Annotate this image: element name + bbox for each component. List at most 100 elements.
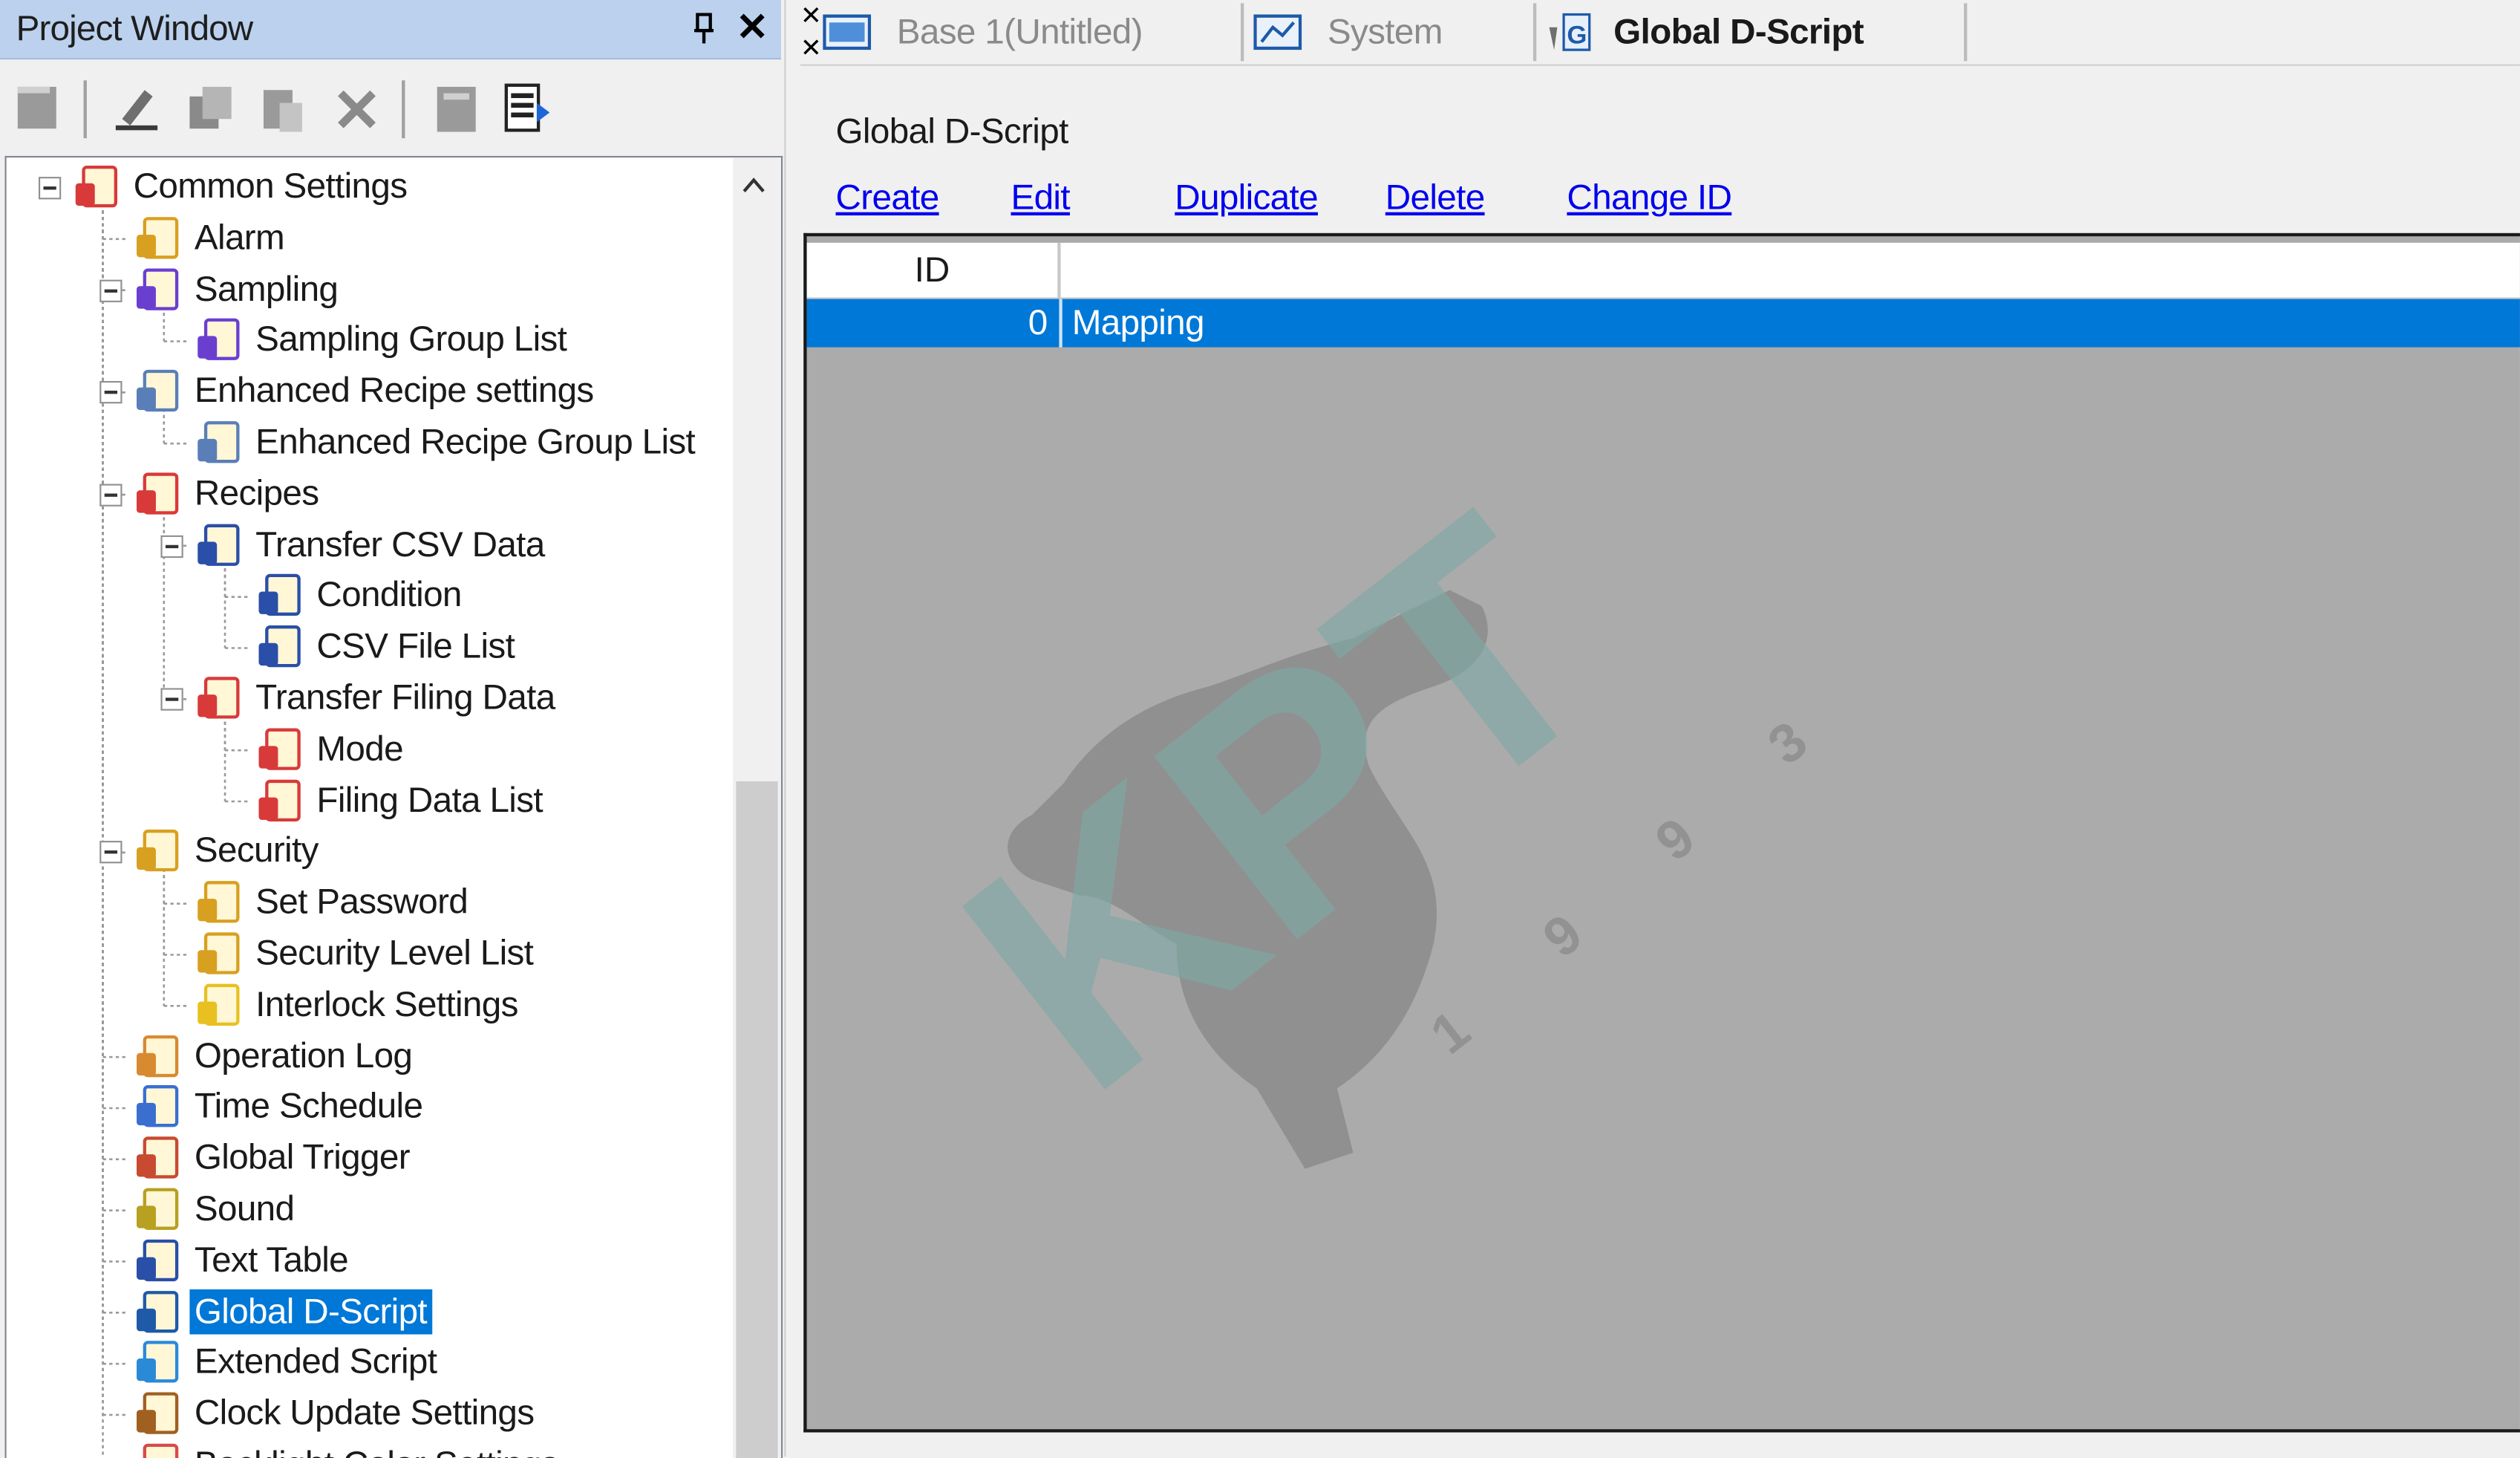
tree-item-security[interactable]: Security <box>131 827 323 875</box>
tree-item-sampling-group-list[interactable]: Sampling Group List <box>193 316 572 364</box>
svg-text:G: G <box>1567 21 1587 49</box>
tree-collapse-toggle[interactable] <box>160 534 183 557</box>
tree-item-global-d-script[interactable]: Global D-Script <box>131 1287 432 1335</box>
tree-item-label: Text Table <box>194 1239 349 1280</box>
tree-item-enhanced-recipe-settings[interactable]: Enhanced Recipe settings <box>131 367 598 415</box>
tree-item-condition[interactable]: Condition <box>254 571 466 619</box>
properties-icon[interactable] <box>431 80 482 135</box>
tree-item-label: Filing Data List <box>316 778 543 820</box>
csv-icon <box>258 574 301 616</box>
tree-item-text-table[interactable]: Text Table <box>131 1236 353 1284</box>
tree-item-transfer-csv-data[interactable]: Transfer CSV Data <box>193 520 549 568</box>
status-strip <box>800 1432 2520 1457</box>
watermark-logo: KPT 1 9 9 3 <box>900 448 1818 1169</box>
sampling-icon <box>198 319 240 361</box>
watermark-digit: 9 <box>1532 902 1593 969</box>
tree-item-enhanced-recipe-group-list[interactable]: Enhanced Recipe Group List <box>193 418 700 466</box>
tree-collapse-toggle[interactable] <box>99 381 123 404</box>
close-icon[interactable]: ✕ <box>736 9 768 48</box>
paste-icon[interactable] <box>257 80 308 135</box>
watermark-digit: 3 <box>1757 709 1818 776</box>
scroll-up-arrow-icon[interactable] <box>742 177 765 193</box>
recipes-icon <box>258 778 301 821</box>
tree-item-global-trigger[interactable]: Global Trigger <box>131 1133 414 1182</box>
project-window-title-bar[interactable]: Project Window ✕ <box>0 0 781 60</box>
tree-item-backlight-color-settings[interactable]: Backlight Color Settings <box>131 1440 563 1458</box>
change-id-link[interactable]: Change ID <box>1567 177 1731 218</box>
tree-item-label: Time Schedule <box>194 1085 423 1126</box>
tab-global-d-script[interactable]: G Global D-Script <box>1543 0 1864 65</box>
tree-item-recipes[interactable]: Recipes <box>131 469 323 518</box>
new-icon[interactable] <box>13 80 64 135</box>
backlight-icon <box>143 1443 179 1458</box>
tree-item-time-schedule[interactable]: Time Schedule <box>131 1083 427 1131</box>
project-window: Project Window ✕ Common Settings Alarm Sam… <box>0 0 785 1458</box>
copy-icon[interactable] <box>183 80 235 135</box>
tree-item-label: Transfer Filing Data <box>255 677 555 717</box>
tree-collapse-toggle[interactable] <box>99 279 123 302</box>
watermark-digit: 1 <box>1419 998 1481 1066</box>
key-icon <box>198 932 240 974</box>
tree-collapse-toggle[interactable] <box>160 688 183 711</box>
tab-base-1[interactable]: Base 1(Untitled) <box>823 0 1143 65</box>
grid-header: ID <box>806 242 2520 299</box>
recipes-icon <box>136 472 179 515</box>
tree-item-label: Common Settings <box>133 165 408 206</box>
tree-item-interlock-settings[interactable]: Interlock Settings <box>193 980 523 1029</box>
edit-link[interactable]: Edit <box>1011 177 1070 218</box>
recipes-icon <box>258 728 301 770</box>
edit-pen-icon[interactable] <box>109 80 160 135</box>
tree-item-clock-update-settings[interactable]: Clock Update Settings <box>131 1390 538 1438</box>
tree-collapse-toggle[interactable] <box>99 841 123 864</box>
row-id-cell: 0 <box>1028 302 1048 343</box>
tree-item-operation-log[interactable]: Operation Log <box>131 1032 417 1080</box>
recipes-icon <box>198 677 240 719</box>
tree-item-security-level-list[interactable]: Security Level List <box>193 929 538 977</box>
time-schedule-icon <box>136 1085 179 1128</box>
duplicate-link[interactable]: Duplicate <box>1175 177 1318 218</box>
tab-label: Global D-Script <box>1613 11 1864 52</box>
tree-item-label: Enhanced Recipe Group List <box>255 421 696 462</box>
clock-update-icon <box>136 1392 179 1435</box>
project-toolbar <box>0 61 781 154</box>
tab-separator <box>1964 3 1968 62</box>
tree-item-common-settings[interactable]: Common Settings <box>71 163 412 211</box>
tree-scrollbar[interactable] <box>733 157 781 1458</box>
tree-item-label: CSV File List <box>316 625 515 666</box>
column-header-id[interactable]: ID <box>807 242 1061 298</box>
tab-system[interactable]: System <box>1253 0 1443 65</box>
tree-item-label: Sampling Group List <box>255 319 567 359</box>
tree-item-sound[interactable]: Sound <box>131 1185 298 1233</box>
tree-item-extended-script[interactable]: Extended Script <box>131 1338 441 1387</box>
pane-splitter[interactable] <box>784 0 803 1457</box>
tree-item-sampling[interactable]: Sampling <box>131 264 342 313</box>
tree-item-label: Transfer CSV Data <box>255 523 545 564</box>
sound-icon <box>136 1188 179 1230</box>
delete-icon[interactable] <box>331 80 382 135</box>
pin-icon[interactable] <box>691 13 717 45</box>
tree-collapse-toggle[interactable] <box>99 483 123 507</box>
delete-link[interactable]: Delete <box>1385 177 1485 218</box>
tree-item-set-password[interactable]: Set Password <box>193 878 473 926</box>
toolbar-separator <box>83 80 87 139</box>
tree-item-label: Condition <box>316 574 462 615</box>
dscript-icon <box>136 1290 179 1332</box>
tree-item-filing-data-list[interactable]: Filing Data List <box>254 776 547 824</box>
export-icon[interactable] <box>501 80 552 135</box>
key-icon <box>136 830 179 873</box>
table-row[interactable]: 0 Mapping <box>806 299 2520 348</box>
tree-item-label: Clock Update Settings <box>194 1392 535 1433</box>
d-script-grid[interactable]: ID 0 Mapping KPT 1 9 9 3 <box>803 232 2520 1433</box>
tree-collapse-toggle[interactable] <box>38 176 62 200</box>
project-tree[interactable]: Common Settings Alarm Sampling Sampling Gro… <box>4 155 783 1458</box>
scrollbar-thumb[interactable] <box>736 781 778 1458</box>
tree-item-transfer-filing-data[interactable]: Transfer Filing Data <box>193 674 560 722</box>
d-script-panel: Global D-Script Create Edit Duplicate De… <box>800 65 2520 1457</box>
create-link[interactable]: Create <box>836 177 940 218</box>
cell-separator <box>1059 299 1062 348</box>
tree-item-label: Recipes <box>194 472 319 513</box>
tree-item-alarm[interactable]: Alarm <box>131 213 289 261</box>
tab-separator <box>1240 3 1244 62</box>
tree-item-mode[interactable]: Mode <box>254 725 408 773</box>
tree-item-csv-file-list[interactable]: CSV File List <box>254 622 520 671</box>
